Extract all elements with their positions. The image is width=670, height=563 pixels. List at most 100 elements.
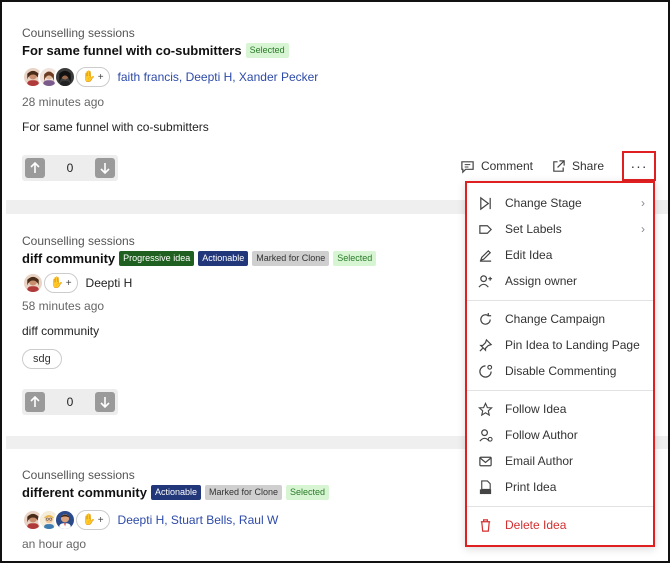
- idea-description: diff community: [22, 324, 100, 338]
- menu-item-delete-idea[interactable]: Delete Idea: [477, 514, 645, 536]
- idea-title[interactable]: diff community: [22, 251, 115, 266]
- idea-title-row: different community Actionable Marked fo…: [22, 485, 330, 500]
- more-options-button[interactable]: ···: [622, 151, 656, 181]
- comment-button[interactable]: Comment: [460, 159, 533, 174]
- idea-title[interactable]: different community: [22, 485, 147, 500]
- authors-row: ✋ + faith francis, Deepti H, Xander Peck…: [22, 66, 318, 88]
- idea-category: Counselling sessions: [22, 26, 135, 40]
- tag-selected: Selected: [333, 251, 377, 266]
- idea-description: For same funnel with co-submitters: [22, 120, 209, 134]
- trash-icon: [477, 517, 493, 533]
- arrow-up-icon: [30, 162, 40, 173]
- upvote-button[interactable]: [25, 158, 45, 178]
- menu-item-pin-idea[interactable]: Pin Idea to Landing Page: [477, 334, 645, 356]
- idea-time: 28 minutes ago: [22, 95, 105, 109]
- vote-widget: 0: [22, 155, 118, 181]
- menu-item-label: Change Campaign: [505, 312, 606, 326]
- menu-item-label: Follow Idea: [505, 402, 567, 416]
- tag-marked-for-clone: Marked for Clone: [205, 485, 283, 500]
- arrow-down-icon: [100, 163, 110, 174]
- menu-item-follow-idea[interactable]: Follow Idea: [477, 398, 645, 420]
- menu-item-print-idea[interactable]: Print Idea: [477, 476, 645, 498]
- menu-divider: [467, 506, 653, 507]
- idea-card-1: Counselling sessions For same funnel wit…: [6, 4, 668, 200]
- authors-row: ✋ + Deepti H: [22, 272, 132, 294]
- comment-off-icon: [477, 363, 493, 379]
- chevron-right-icon: ›: [641, 196, 645, 210]
- idea-title-row: For same funnel with co-submitters Selec…: [22, 43, 289, 58]
- idea-time: 58 minutes ago: [22, 299, 105, 313]
- add-reaction-icon: +: [65, 277, 72, 289]
- menu-item-label: Pin Idea to Landing Page: [505, 338, 640, 352]
- menu-item-disable-commenting[interactable]: Disable Commenting: [477, 360, 645, 382]
- share-icon: [553, 159, 565, 172]
- menu-divider: [467, 300, 653, 301]
- refresh-icon: [477, 311, 493, 327]
- clap-icon: ✋: [82, 70, 96, 83]
- star-icon: [477, 401, 493, 417]
- menu-divider: [467, 390, 653, 391]
- menu-item-label: Follow Author: [505, 428, 578, 442]
- chevron-right-icon: ›: [641, 222, 645, 236]
- idea-options-menu: Change Stage › Set Labels › Edit Idea As…: [465, 181, 655, 547]
- author-names[interactable]: Deepti H, Stuart Bells, Raul W: [118, 513, 279, 527]
- idea-title-row: diff community Progressive idea Actionab…: [22, 251, 377, 266]
- menu-item-label: Set Labels: [505, 222, 562, 236]
- label-icon: [477, 221, 493, 237]
- avatar[interactable]: [54, 66, 76, 88]
- comment-icon: [461, 160, 474, 174]
- downvote-button[interactable]: [95, 392, 115, 412]
- menu-item-label: Delete Idea: [505, 518, 567, 532]
- vote-count: 0: [66, 395, 74, 409]
- menu-item-set-labels[interactable]: Set Labels ›: [477, 218, 645, 240]
- authors-row: ✋ + Deepti H, Stuart Bells, Raul W: [22, 509, 278, 531]
- downvote-button[interactable]: [95, 158, 115, 178]
- vote-count: 0: [66, 161, 74, 175]
- pin-icon: [477, 337, 493, 353]
- stage-icon: [477, 195, 493, 211]
- menu-item-change-campaign[interactable]: Change Campaign: [477, 308, 645, 330]
- user-follow-icon: [477, 427, 493, 443]
- menu-item-label: Assign owner: [505, 274, 578, 288]
- tag-actionable: Actionable: [198, 251, 249, 266]
- menu-item-label: Edit Idea: [505, 248, 553, 262]
- avatar[interactable]: [22, 272, 44, 294]
- app-frame: Counselling sessions For same funnel wit…: [0, 0, 670, 563]
- menu-item-change-stage[interactable]: Change Stage ›: [477, 192, 645, 214]
- idea-category: Counselling sessions: [22, 468, 135, 482]
- tag-actionable: Actionable: [150, 485, 201, 500]
- idea-actions: Comment Share ···: [460, 151, 668, 181]
- arrow-down-icon: [100, 397, 110, 408]
- reaction-pill[interactable]: ✋ +: [44, 273, 78, 293]
- upvote-button[interactable]: [25, 392, 45, 412]
- vote-widget: 0: [22, 389, 118, 415]
- add-reaction-icon: +: [97, 514, 104, 526]
- tag-marked-for-clone: Marked for Clone: [252, 251, 330, 266]
- idea-time: an hour ago: [22, 537, 87, 551]
- menu-item-label: Email Author: [505, 454, 574, 468]
- menu-item-label: Change Stage: [505, 196, 582, 210]
- add-reaction-icon: +: [97, 71, 104, 83]
- menu-item-email-author[interactable]: Email Author: [477, 450, 645, 472]
- menu-item-assign-owner[interactable]: Assign owner: [477, 270, 645, 292]
- menu-item-edit-idea[interactable]: Edit Idea: [477, 244, 645, 266]
- author-names[interactable]: Deepti H: [86, 276, 133, 290]
- share-label: Share: [571, 159, 604, 173]
- tag-selected: Selected: [286, 485, 330, 500]
- menu-item-label: Print Idea: [505, 480, 557, 494]
- menu-item-follow-author[interactable]: Follow Author: [477, 424, 645, 446]
- mail-icon: [477, 453, 493, 469]
- comment-label: Comment: [480, 159, 533, 173]
- author-names[interactable]: faith francis, Deepti H, Xander Pecker: [118, 70, 319, 84]
- reaction-pill[interactable]: ✋ +: [76, 510, 110, 530]
- reaction-pill[interactable]: ✋ +: [76, 67, 110, 87]
- tag-progressive-idea: Progressive idea: [119, 251, 195, 266]
- pencil-icon: [477, 247, 493, 263]
- user-plus-icon: [477, 273, 493, 289]
- idea-category: Counselling sessions: [22, 234, 135, 248]
- idea-label-chip[interactable]: sdg: [22, 349, 62, 369]
- avatar[interactable]: [54, 509, 76, 531]
- idea-title[interactable]: For same funnel with co-submitters: [22, 43, 242, 58]
- share-button[interactable]: Share: [551, 159, 604, 174]
- arrow-up-icon: [30, 396, 40, 407]
